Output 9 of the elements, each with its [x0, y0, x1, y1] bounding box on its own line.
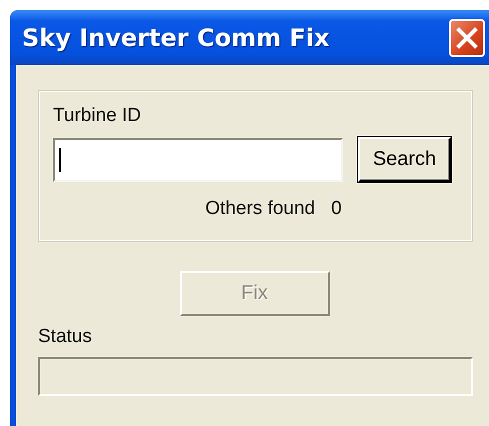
- turbine-id-label: Turbine ID: [53, 105, 142, 127]
- search-button[interactable]: Search: [358, 137, 451, 182]
- close-icon: [456, 26, 478, 48]
- turbine-id-field[interactable]: [53, 138, 343, 182]
- window-title: Sky Inverter Comm Fix: [22, 24, 330, 52]
- others-found-count: 0: [331, 198, 342, 220]
- others-found-label: Others found: [205, 198, 316, 220]
- status-label: Status: [38, 326, 93, 348]
- close-button[interactable]: [449, 18, 485, 56]
